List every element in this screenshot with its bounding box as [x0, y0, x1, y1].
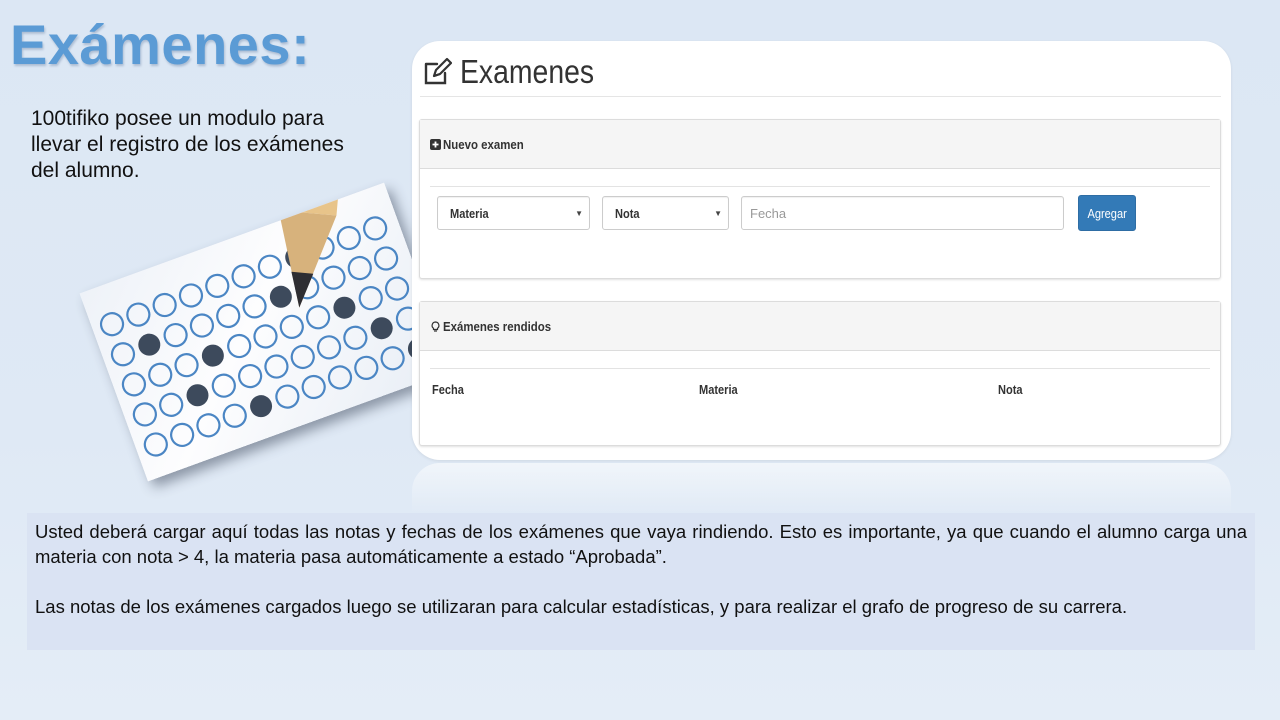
nota-select[interactable]: Nota ▼: [602, 196, 729, 230]
nota-select-value: Nota: [615, 205, 640, 221]
taken-exams-rule: [430, 368, 1210, 369]
column-header-fecha[interactable]: Fecha: [432, 382, 464, 397]
explanation-paragraph: Usted deberá cargar aquí todas las notas…: [35, 521, 1247, 567]
intro-text: 100tifiko posee un modulo para llevar el…: [31, 107, 344, 182]
edit-icon: [424, 57, 452, 85]
materia-select[interactable]: Materia ▼: [437, 196, 590, 230]
plus-square-icon: [430, 138, 441, 150]
new-exam-rule: [430, 186, 1210, 187]
slide-title: Exámenes:: [10, 13, 311, 76]
answer-sheet-illustration: [99, 182, 430, 457]
chevron-down-icon: ▼: [714, 208, 722, 218]
app-screenshot: Examenes Nuevo examen Materia ▼ Nota ▼ A…: [412, 41, 1231, 460]
card-reflection: [412, 463, 1231, 513]
explanation-box: Usted deberá cargar aquí todas las notas…: [27, 513, 1255, 650]
new-exam-panel: Nuevo examen Materia ▼ Nota ▼ Agregar: [419, 119, 1221, 279]
taken-exams-heading-label: Exámenes rendidos: [443, 318, 552, 334]
header-divider: [420, 96, 1221, 97]
new-exam-heading-label: Nuevo examen: [443, 136, 524, 152]
chevron-down-icon: ▼: [575, 208, 583, 218]
app-title: Examenes: [460, 53, 595, 90]
column-header-nota[interactable]: Nota: [998, 382, 1023, 397]
materia-select-value: Materia: [450, 205, 489, 221]
app-header: Examenes: [422, 47, 616, 97]
taken-exams-panel: Exámenes rendidos Fecha Materia Nota: [419, 301, 1221, 446]
lightbulb-icon: [431, 320, 440, 332]
column-header-materia[interactable]: Materia: [699, 382, 738, 397]
explanation-paragraph: Las notas de los exámenes cargados luego…: [35, 596, 1128, 617]
agregar-button[interactable]: Agregar: [1078, 195, 1136, 231]
agregar-button-label: Agregar: [1087, 205, 1127, 221]
fecha-input[interactable]: [741, 196, 1064, 230]
new-exam-heading: Nuevo examen: [420, 120, 1220, 169]
taken-exams-heading: Exámenes rendidos: [420, 302, 1220, 351]
pencil-answer-sheet-photo: [79, 182, 453, 482]
